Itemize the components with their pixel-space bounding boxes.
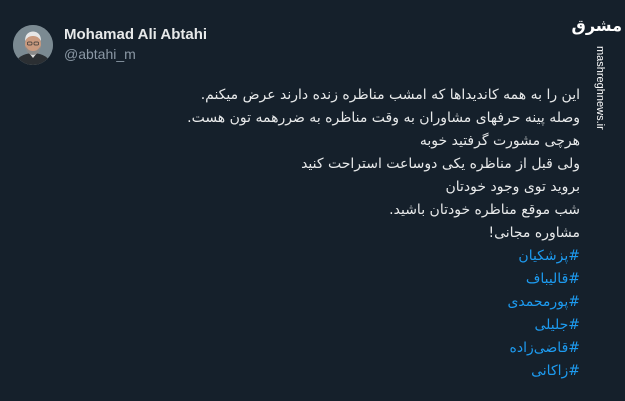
hashtag-link[interactable]: #قاضی‌زاده (80, 337, 580, 360)
hashtag-link[interactable]: #قالیباف (80, 268, 580, 291)
tweet-line: وصله پینه حرفهای مشاوران به وقت مناظره ب… (187, 110, 580, 126)
hashtag-link[interactable]: #زاکانی (80, 360, 580, 383)
avatar-photo (13, 25, 53, 65)
tweet-line: این را به همه کاندیداها که امشب مناظره ز… (200, 87, 580, 103)
author-handle[interactable]: @abtahi_m (64, 46, 136, 62)
tweet: Mohamad Ali Abtahi @abtahi_m این را به ه… (0, 0, 625, 401)
avatar[interactable] (13, 25, 53, 65)
tweet-line: شب موقع مناظره خودتان باشید. (389, 202, 580, 218)
hashtag-link[interactable]: #پزشکیان (80, 245, 580, 268)
tweet-line: هرچی مشورت گرفتید خوبه (419, 133, 580, 149)
hashtag-link[interactable]: #جلیلی (80, 314, 580, 337)
watermark-logo: مشرق (571, 16, 622, 35)
tweet-line: بروید توی وجود خودتان (445, 179, 580, 195)
tweet-line: مشاوره مجانی! (488, 225, 580, 241)
hashtag-link[interactable]: #پورمحمدی (80, 291, 580, 314)
watermark: مشرق mashreghnews.ir (571, 6, 622, 130)
tweet-text: این را به همه کاندیداها که امشب مناظره ز… (80, 84, 580, 383)
author-name[interactable]: Mohamad Ali Abtahi (64, 26, 207, 43)
tweet-line: ولی قبل از مناظره یکی دوساعت استراحت کنی… (301, 156, 580, 172)
watermark-url: mashreghnews.ir (594, 46, 606, 130)
